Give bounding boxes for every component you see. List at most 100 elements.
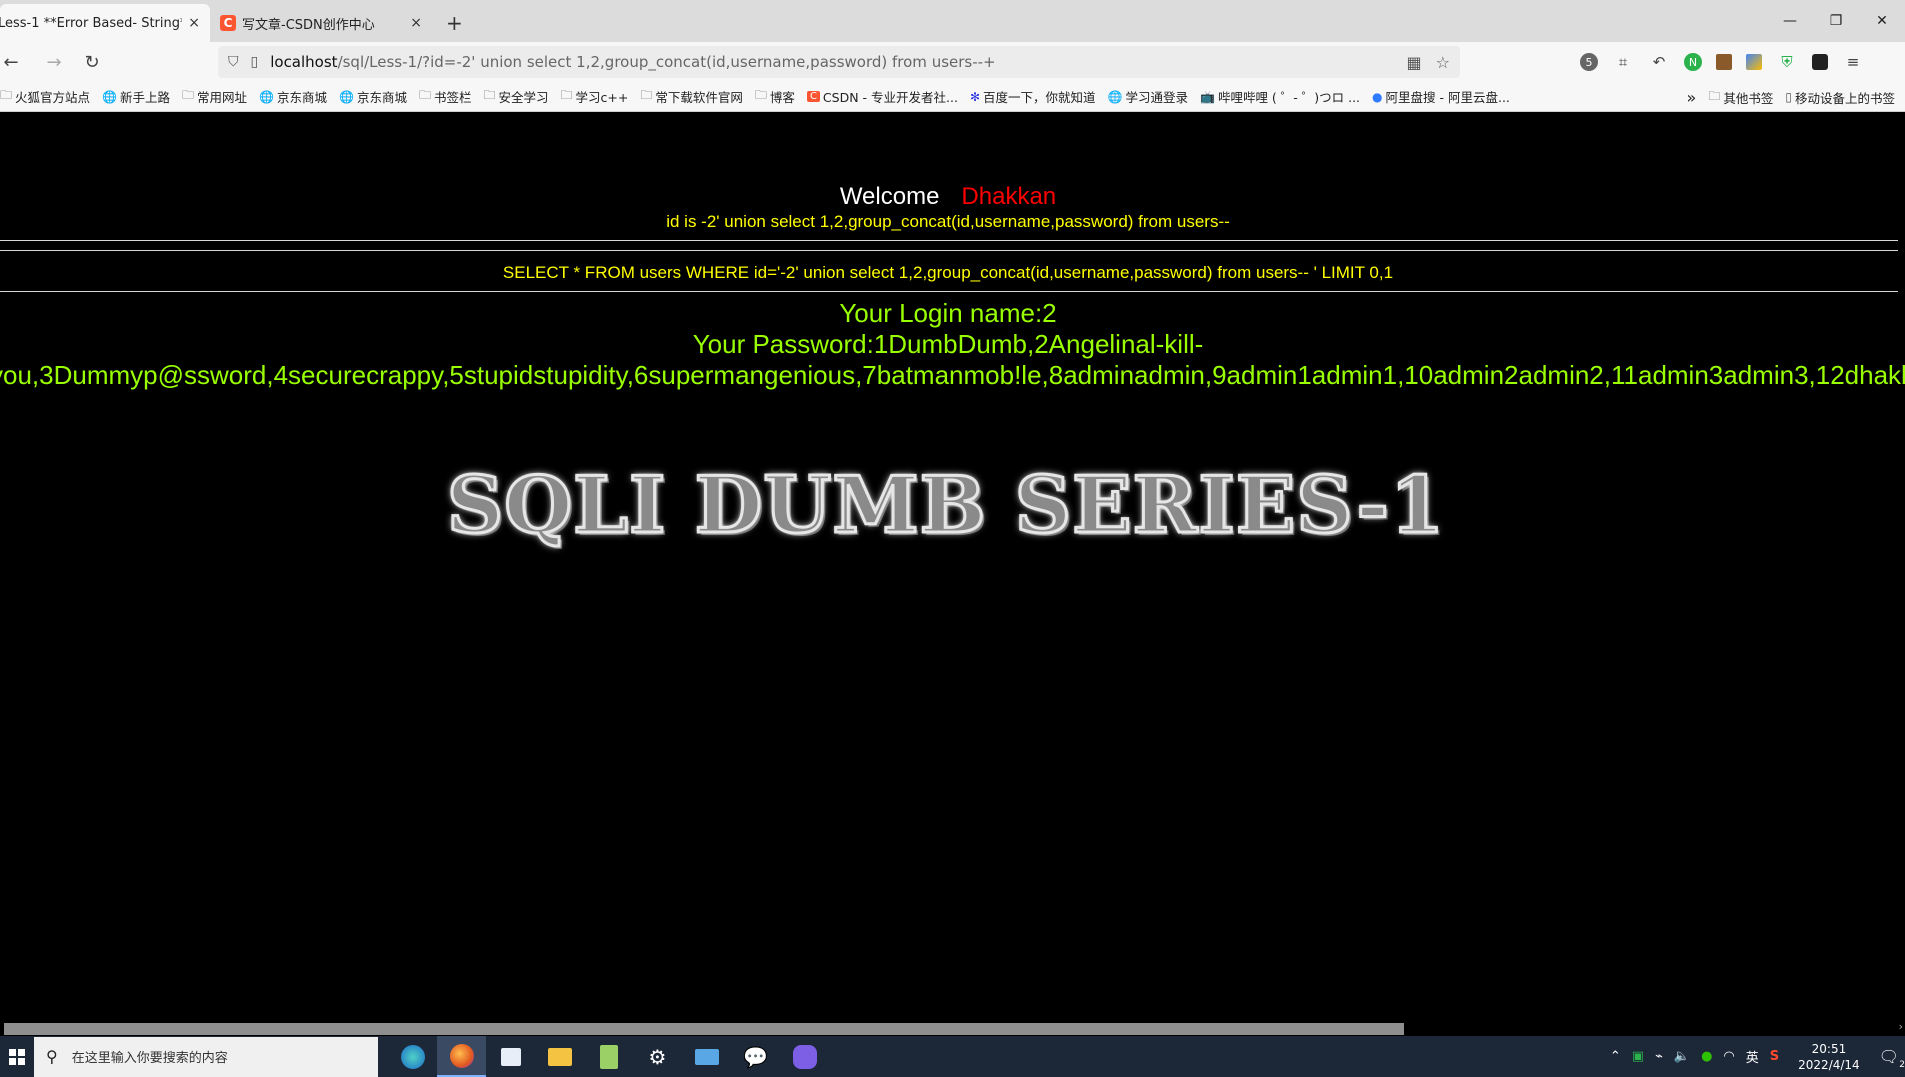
globe-icon: 🌐: [1107, 89, 1123, 104]
volume-icon[interactable]: 🔈: [1674, 1049, 1690, 1064]
wechat-tray-icon[interactable]: ●: [1701, 1049, 1712, 1064]
sogou-icon[interactable]: S: [1770, 1049, 1779, 1064]
menu-icon[interactable]: ≡: [1842, 51, 1864, 73]
notification-icon[interactable]: 🗨 2: [1879, 1047, 1905, 1070]
tray-plug-icon[interactable]: ⌁: [1655, 1049, 1663, 1064]
settings-app[interactable]: ⚙: [633, 1036, 682, 1077]
extension-colorful-icon[interactable]: [1746, 54, 1762, 70]
clock[interactable]: 20:51 2022/4/14: [1798, 1041, 1860, 1073]
horizontal-scrollbar[interactable]: ›: [0, 1020, 1905, 1036]
bookmark-item[interactable]: 🗀 常下载软件官网: [640, 86, 743, 107]
folder-icon: 🗀: [418, 88, 431, 102]
start-button[interactable]: [0, 1036, 34, 1077]
bookmark-item[interactable]: 🗀 安全学习: [484, 86, 549, 107]
tray-app-icon[interactable]: ▣: [1632, 1049, 1644, 1064]
minimize-button[interactable]: —: [1767, 0, 1813, 42]
bookmark-item[interactable]: 📺 哔哩哔哩 ( ゜- ゜)つロ ...: [1200, 87, 1360, 106]
bookmark-item[interactable]: C CSDN - 专业开发者社...: [806, 87, 958, 106]
address-bar[interactable]: ⛉ ▯ localhost/sql/Less-1/?id=-2' union s…: [218, 46, 1460, 78]
divider: [0, 250, 1898, 251]
bookmark-item[interactable]: 🌐 学习通登录: [1108, 87, 1188, 106]
edge-app[interactable]: [388, 1036, 437, 1077]
password-overflow-line: you,3Dummyp@ssword,4securecrappy,5stupid…: [0, 360, 1905, 390]
bookmark-item[interactable]: 🗀 常用网址: [182, 86, 247, 107]
extension-green-icon[interactable]: N: [1684, 53, 1702, 71]
extension-dark-icon[interactable]: [1812, 54, 1828, 70]
close-icon[interactable]: ×: [410, 15, 422, 31]
tab-less-1[interactable]: Less-1 **Error Based- String** ×: [0, 4, 210, 42]
qr-code-icon[interactable]: ▦: [1407, 53, 1422, 72]
bookmark-item[interactable]: 🌐 京东商城: [259, 87, 327, 106]
chevron-double-right-icon[interactable]: »: [1687, 88, 1697, 107]
system-tray: ⌃ ▣ ⌁ 🔈 ● ◠ 英 S 20:51 2022/4/14 🗨 2: [1610, 1036, 1905, 1077]
bookmark-item[interactable]: 🗀 书签栏: [419, 86, 472, 107]
bookmark-label: CSDN - 专业开发者社...: [822, 90, 958, 105]
scroll-right-icon[interactable]: ›: [1899, 1020, 1903, 1033]
taskbar-search[interactable]: ⚲ 在这里输入你要搜索的内容: [34, 1036, 378, 1077]
shield-icon[interactable]: ⛉: [228, 54, 239, 70]
reader-icon: [500, 1047, 521, 1066]
welcome-line: Welcome Dhakkan: [0, 183, 1896, 211]
firefox-app[interactable]: [437, 1036, 486, 1077]
bookmark-other[interactable]: 🗀 其他书签: [1708, 87, 1773, 108]
bookmark-label: 移动设备上的书签: [1794, 90, 1895, 106]
bookmark-label: 学习通登录: [1125, 90, 1188, 105]
bookmark-item[interactable]: 🗀 学习c++: [561, 86, 629, 107]
navicat-app[interactable]: [780, 1036, 829, 1077]
wechat-app[interactable]: 💬: [731, 1036, 780, 1077]
bookmark-label: 常下载软件官网: [655, 90, 743, 105]
navigation-bar: ← → ↻ ⛉ ▯ localhost/sql/Less-1/?id=-2' u…: [0, 42, 1905, 82]
wifi-icon[interactable]: ◠: [1723, 1049, 1734, 1064]
notepad-app[interactable]: [584, 1036, 633, 1077]
remote-app[interactable]: [682, 1036, 731, 1077]
extension-badge-icon[interactable]: 5: [1580, 53, 1598, 71]
page-icon[interactable]: ▯: [251, 54, 259, 70]
new-tab-button[interactable]: +: [432, 4, 477, 42]
globe-icon: 🌐: [339, 89, 354, 104]
shield-check-icon[interactable]: ⛨: [1776, 51, 1798, 73]
bookmark-item[interactable]: ✻ 百度一下，你就知道: [970, 87, 1096, 106]
bookmark-item[interactable]: 🗀 火狐官方站点: [0, 86, 90, 107]
undo-icon[interactable]: ↶: [1648, 51, 1670, 73]
sqli-dumb-series-banner: SQLI DUMB SERIES-1: [445, 458, 1446, 552]
bookmark-label: 京东商城: [356, 90, 407, 105]
bookmark-label: 书签栏: [433, 90, 472, 105]
restore-button[interactable]: ❐: [1813, 0, 1859, 42]
extension-toolbar: 5 ⌗ ↶ N ⛨ ≡: [1580, 46, 1864, 78]
back-icon[interactable]: ←: [0, 46, 22, 78]
bookmark-mobile[interactable]: ▯ 移动设备上的书签: [1785, 88, 1895, 107]
notification-count: 2: [1899, 1060, 1905, 1070]
bookmark-item[interactable]: ● 阿里盘搜 - 阿里云盘...: [1372, 87, 1510, 106]
file-explorer-app[interactable]: [535, 1036, 584, 1077]
forward-icon[interactable]: →: [36, 46, 72, 78]
bookmarks-right: » 🗀 其他书签 ▯ 移动设备上的书签: [1687, 82, 1895, 112]
extension-avatar-icon[interactable]: [1716, 54, 1732, 70]
bookmark-item[interactable]: 🌐 京东商城: [339, 87, 407, 106]
bookmark-label: 常用网址: [197, 90, 248, 105]
edge-icon: [400, 1044, 425, 1069]
csdn-favicon-icon: C: [220, 15, 236, 31]
star-icon[interactable]: ☆: [1436, 53, 1450, 72]
chevron-up-icon[interactable]: ⌃: [1610, 1049, 1621, 1064]
crop-icon[interactable]: ⌗: [1612, 51, 1634, 73]
baidu-paw-icon: ✻: [969, 89, 981, 104]
tab-csdn[interactable]: C 写文章-CSDN创作中心 ×: [210, 4, 432, 42]
reader-app[interactable]: [486, 1036, 535, 1077]
bookmark-item[interactable]: 🌐 新手上路: [102, 87, 170, 106]
reload-icon[interactable]: ↻: [74, 46, 110, 78]
close-icon[interactable]: ×: [188, 15, 200, 31]
ime-indicator[interactable]: 英: [1746, 1047, 1759, 1066]
page-content: Welcome Dhakkan id is -2' union select 1,…: [0, 112, 1905, 1036]
close-window-button[interactable]: ✕: [1859, 0, 1905, 42]
divider: [0, 240, 1898, 241]
bookmark-item[interactable]: 🗀 博客: [755, 86, 795, 107]
url-path: /sql/Less-1/?id=-2' union select 1,2,gro…: [337, 53, 996, 71]
login-name-line: Your Login name:2: [839, 298, 1057, 328]
scrollbar-thumb[interactable]: [4, 1023, 1404, 1035]
windows-logo-icon: [9, 1048, 25, 1065]
bookmark-label: 哔哩哔哩 ( ゜- ゜)つロ ...: [1217, 90, 1361, 105]
bookmark-label: 博客: [769, 90, 795, 105]
bookmark-label: 学习c++: [575, 90, 629, 105]
globe-icon: 🌐: [259, 89, 274, 104]
csdn-icon: C: [806, 91, 820, 102]
